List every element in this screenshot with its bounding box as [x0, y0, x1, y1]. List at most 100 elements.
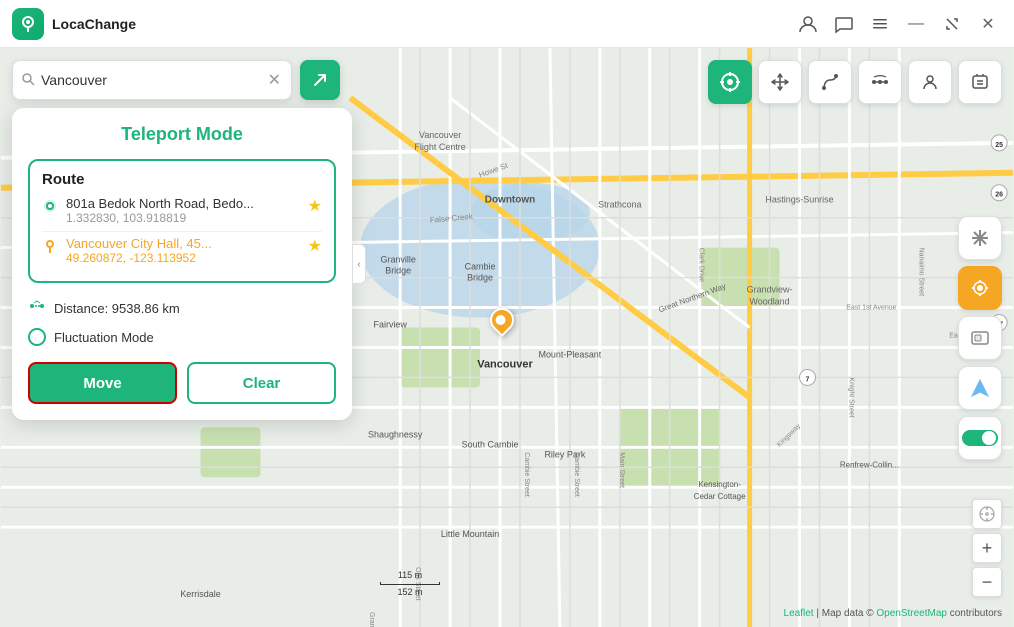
svg-text:Main Street: Main Street — [618, 452, 625, 488]
asterisk-button[interactable] — [958, 216, 1002, 260]
svg-text:Granville: Granville — [380, 255, 415, 265]
fluctuation-label: Fluctuation Mode — [54, 330, 154, 345]
toggle-button[interactable] — [958, 416, 1002, 460]
titlebar: LocaChange — — [0, 0, 1014, 48]
location-pin — [490, 308, 520, 348]
route-start-point: 801a Bedok North Road, Bedo... 1.332830,… — [42, 196, 322, 225]
svg-text:7: 7 — [806, 376, 810, 383]
navigation-button[interactable] — [958, 366, 1002, 410]
end-point-address: Vancouver City Hall, 45... — [66, 236, 300, 251]
svg-text:Vancouver: Vancouver — [419, 130, 461, 140]
svg-text:26: 26 — [995, 192, 1003, 199]
svg-text:Cedar Cottage: Cedar Cottage — [694, 492, 746, 501]
svg-text:Kensington-: Kensington- — [698, 480, 741, 489]
map-attribution: Leaflet | Map data © OpenStreetMap contr… — [784, 608, 1002, 619]
svg-text:Downtown: Downtown — [485, 195, 535, 206]
svg-text:Nanaimo Street: Nanaimo Street — [917, 248, 924, 296]
search-go-button[interactable] — [300, 60, 340, 100]
map-toolbar — [708, 60, 1002, 104]
clear-button[interactable]: Clear — [187, 362, 336, 404]
move-button[interactable]: Move — [28, 362, 177, 404]
svg-text:Renfrew-Collin...: Renfrew-Collin... — [840, 460, 899, 469]
route-box: Route 801a Bedok North Road, Bedo... 1.3… — [28, 159, 336, 283]
fluctuation-row: Fluctuation Mode — [28, 328, 336, 346]
scale-label-115: 115 m — [398, 570, 422, 580]
user-mode-button[interactable] — [908, 60, 952, 104]
distance-row: Distance: 9538.86 km — [28, 297, 336, 320]
collapse-panel-button[interactable]: ‹ — [352, 244, 366, 284]
svg-text:Woodland: Woodland — [749, 297, 789, 307]
close-button[interactable]: ✕ — [974, 10, 1002, 38]
action-buttons: Move Clear — [28, 362, 336, 404]
svg-text:South Cambie: South Cambie — [462, 439, 519, 449]
panel-title: Teleport Mode — [28, 124, 336, 145]
distance-text: Distance: 9538.86 km — [54, 301, 180, 316]
scale-bar — [380, 582, 440, 585]
screenshot-button[interactable] — [958, 316, 1002, 360]
end-star-button[interactable]: ★ — [308, 236, 322, 256]
locate-button[interactable] — [958, 266, 1002, 310]
osm-link[interactable]: OpenStreetMap — [876, 608, 947, 619]
svg-text:Clark Drive: Clark Drive — [698, 248, 705, 283]
svg-text:Bridge: Bridge — [385, 266, 411, 276]
start-point-info: 801a Bedok North Road, Bedo... 1.332830,… — [66, 196, 300, 225]
svg-text:Fairview: Fairview — [374, 320, 408, 330]
history-mode-button[interactable] — [958, 60, 1002, 104]
start-star-button[interactable]: ★ — [308, 196, 322, 216]
svg-text:Shaughnessy: Shaughnessy — [368, 429, 423, 439]
svg-text:Strathcona: Strathcona — [598, 200, 641, 210]
map-controls: + − — [972, 499, 1002, 597]
fluctuation-toggle[interactable] — [28, 328, 46, 346]
message-button[interactable] — [830, 10, 858, 38]
map-scale: 115 m 152 m — [380, 570, 440, 597]
search-bar: ✕ — [12, 60, 340, 100]
svg-text:Cambie Street: Cambie Street — [573, 452, 580, 497]
scale-label-152: 152 m — [397, 587, 422, 597]
side-panel: Teleport Mode Route 801a Bedok North Roa… — [12, 108, 352, 420]
svg-text:Granville Street: Granville Street — [368, 612, 375, 627]
svg-text:25: 25 — [995, 142, 1003, 149]
svg-text:Bridge: Bridge — [467, 273, 493, 283]
svg-text:East 1st Avenue: East 1st Avenue — [846, 305, 896, 312]
end-point-info: Vancouver City Hall, 45... 49.260872, -1… — [66, 236, 300, 265]
zoom-out-button[interactable]: − — [972, 567, 1002, 597]
map-area[interactable]: Vancouver Flight Centre Downtown Strathc… — [0, 48, 1014, 627]
maximize-button[interactable] — [938, 10, 966, 38]
end-point-icon — [42, 238, 58, 259]
zoom-in-button[interactable]: + — [972, 533, 1002, 563]
svg-text:Cambie: Cambie — [465, 262, 496, 272]
titlebar-actions: — ✕ — [794, 10, 1002, 38]
svg-text:Cambie Street: Cambie Street — [523, 452, 530, 497]
move-mode-button[interactable] — [758, 60, 802, 104]
svg-text:Hastings-Sunrise: Hastings-Sunrise — [765, 195, 833, 205]
start-point-address: 801a Bedok North Road, Bedo... — [66, 196, 300, 211]
search-input[interactable] — [41, 72, 266, 88]
svg-text:Kerrisdale: Kerrisdale — [180, 589, 220, 599]
svg-text:Grandview-: Grandview- — [747, 285, 793, 295]
end-point-coords: 49.260872, -123.113952 — [66, 251, 300, 265]
teleport-mode-button[interactable] — [708, 60, 752, 104]
svg-text:Little Mountain: Little Mountain — [441, 529, 499, 539]
svg-text:Vancouver: Vancouver — [477, 358, 533, 370]
app-name: LocaChange — [52, 16, 794, 32]
search-icon — [21, 72, 35, 89]
minimize-button[interactable]: — — [902, 10, 930, 38]
search-clear-button[interactable]: ✕ — [266, 70, 283, 90]
route-end-point: Vancouver City Hall, 45... 49.260872, -1… — [42, 236, 322, 265]
svg-text:Flight Centre: Flight Centre — [414, 142, 465, 152]
svg-text:Mount-Pleasant: Mount-Pleasant — [538, 349, 601, 359]
right-float-buttons — [958, 216, 1002, 460]
distance-icon — [28, 297, 46, 320]
compass-button[interactable] — [972, 499, 1002, 529]
leaflet-link[interactable]: Leaflet — [784, 608, 814, 619]
profile-button[interactable] — [794, 10, 822, 38]
start-point-coords: 1.332830, 103.918819 — [66, 211, 300, 225]
svg-text:Knight Street: Knight Street — [847, 377, 854, 417]
route-divider — [42, 231, 322, 232]
route-mode-2-button[interactable] — [858, 60, 902, 104]
app-logo — [12, 8, 44, 40]
start-point-icon — [42, 198, 58, 219]
route-mode-1-button[interactable] — [808, 60, 852, 104]
menu-button[interactable] — [866, 10, 894, 38]
main-container: Vancouver Flight Centre Downtown Strathc… — [0, 48, 1014, 627]
